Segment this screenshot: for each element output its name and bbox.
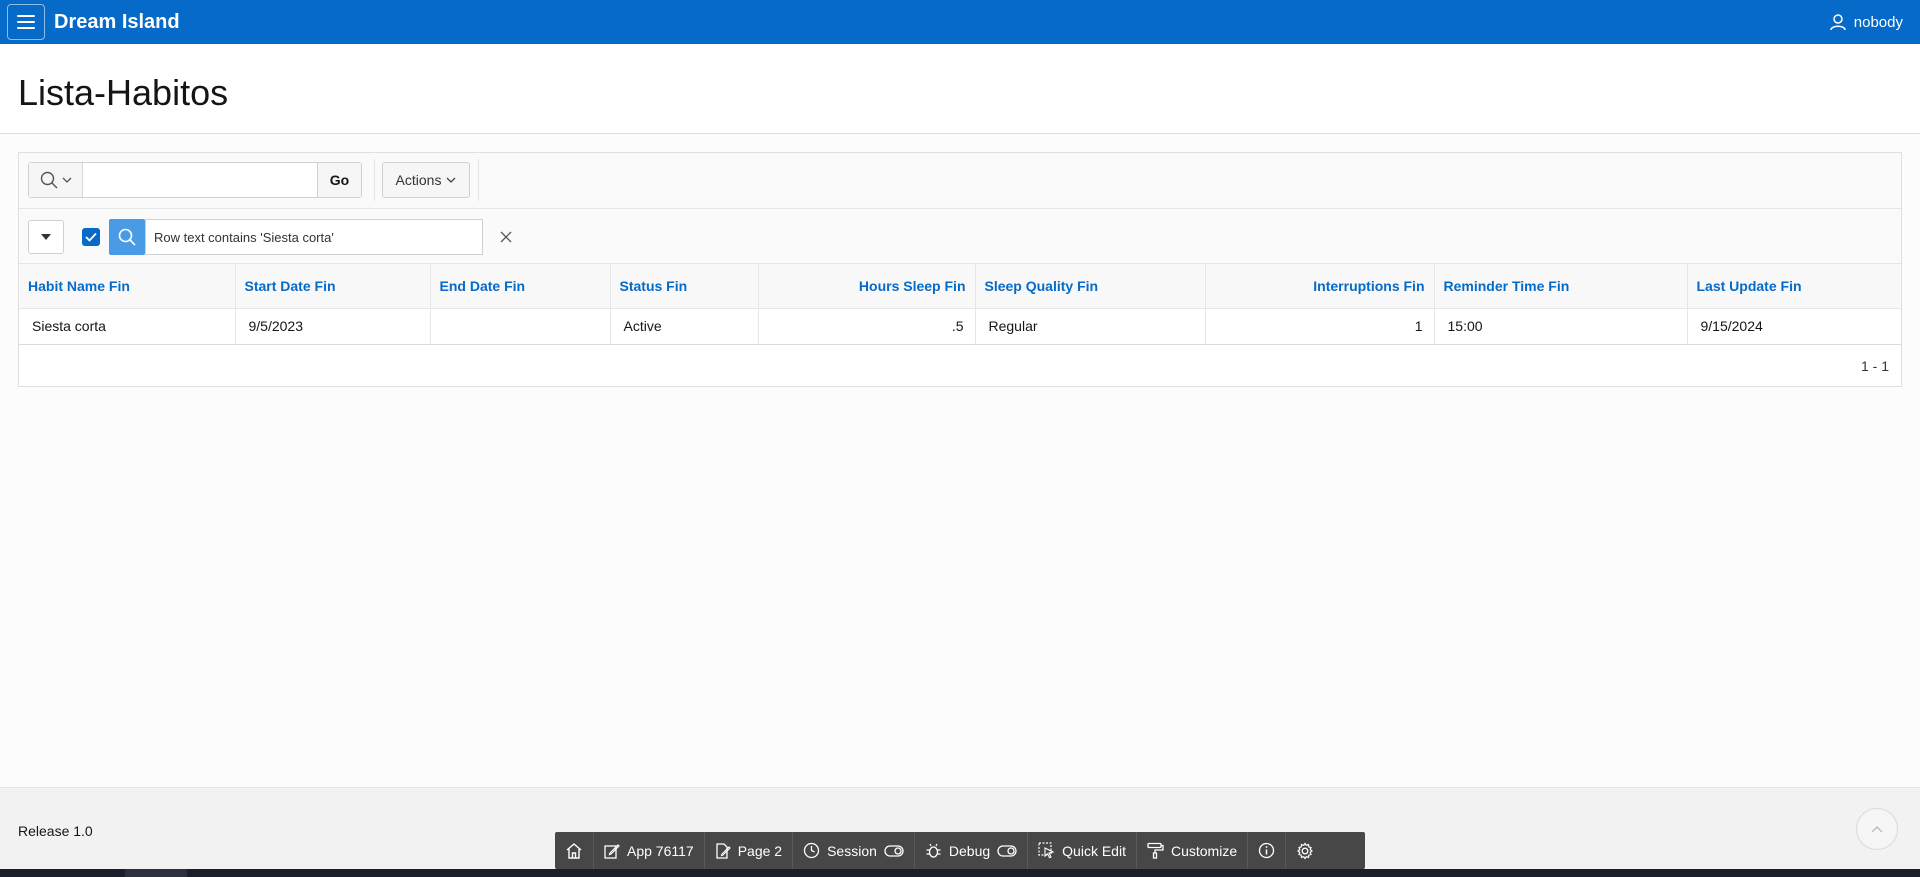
page-edit-icon bbox=[716, 842, 731, 859]
remove-filter-button[interactable] bbox=[496, 227, 516, 247]
search-group: Go bbox=[28, 162, 362, 198]
clock-icon bbox=[803, 842, 820, 859]
user-menu[interactable]: nobody bbox=[1830, 0, 1903, 44]
navigation-menu-button[interactable] bbox=[7, 4, 45, 40]
toggle-icon bbox=[997, 844, 1017, 857]
chevron-up-icon bbox=[1871, 826, 1883, 833]
release-label: Release 1.0 bbox=[18, 823, 93, 839]
hamburger-icon-line bbox=[17, 27, 35, 29]
os-taskbar bbox=[0, 869, 1920, 877]
chevron-down-icon bbox=[446, 177, 456, 183]
search-icon bbox=[118, 228, 136, 246]
toggle-icon bbox=[884, 844, 904, 857]
caret-down-icon bbox=[41, 234, 51, 240]
go-button[interactable]: Go bbox=[317, 163, 361, 197]
report-toolbar: Go Actions bbox=[19, 153, 1901, 209]
column-header-sleep-quality[interactable]: Sleep Quality Fin bbox=[975, 264, 1206, 309]
gear-icon bbox=[1297, 841, 1314, 860]
toolbar-divider bbox=[478, 159, 479, 201]
devbar-customize-button[interactable]: Customize bbox=[1137, 832, 1249, 869]
user-name: nobody bbox=[1853, 13, 1903, 31]
edit-icon bbox=[604, 843, 620, 859]
column-header-habit-name[interactable]: Habit Name Fin bbox=[19, 264, 236, 309]
devbar-home-button[interactable] bbox=[555, 832, 594, 869]
column-header-start-date[interactable]: Start Date Fin bbox=[235, 264, 431, 309]
devbar-customize-label: Customize bbox=[1170, 842, 1238, 859]
cell-end-date bbox=[430, 308, 611, 345]
search-column-selector[interactable] bbox=[29, 163, 83, 197]
cell-last-update: 9/15/2024 bbox=[1687, 308, 1901, 345]
cell-start-date: 9/5/2023 bbox=[235, 308, 431, 345]
devbar-session-button[interactable]: Session bbox=[793, 832, 915, 869]
cursor-select-icon bbox=[1038, 842, 1055, 859]
search-input[interactable] bbox=[83, 163, 317, 197]
bug-icon bbox=[926, 843, 941, 858]
taskbar-item[interactable] bbox=[125, 869, 187, 877]
cell-habit-name: Siesta corta bbox=[19, 308, 236, 345]
column-header-hours-sleep[interactable]: Hours Sleep Fin bbox=[758, 264, 976, 309]
hamburger-icon-line bbox=[17, 21, 35, 23]
pagination-info: 1 - 1 bbox=[1860, 358, 1889, 374]
close-icon bbox=[500, 231, 512, 243]
search-icon bbox=[40, 171, 57, 189]
table-header-row: Habit Name Fin Start Date Fin End Date F… bbox=[19, 264, 1901, 309]
toolbar-divider bbox=[374, 159, 375, 201]
developer-toolbar: App 76117 Page 2 Session Debug Quick Edi… bbox=[555, 832, 1365, 869]
cell-status: Active bbox=[610, 308, 759, 345]
devbar-settings-button[interactable] bbox=[1286, 832, 1324, 869]
cell-reminder-time: 15:00 bbox=[1434, 308, 1688, 345]
hamburger-icon-line bbox=[17, 15, 35, 17]
filter-enable-checkbox[interactable] bbox=[82, 228, 100, 246]
home-icon bbox=[566, 843, 582, 859]
paint-roller-icon bbox=[1147, 842, 1164, 859]
devbar-quick-edit-button[interactable]: Quick Edit bbox=[1028, 832, 1137, 869]
filter-type-badge bbox=[109, 219, 145, 255]
page-title: Lista-Habitos bbox=[18, 72, 229, 113]
report-table: Habit Name Fin Start Date Fin End Date F… bbox=[19, 264, 1901, 345]
collapse-filters-button[interactable] bbox=[28, 220, 64, 254]
actions-button[interactable]: Actions bbox=[382, 162, 470, 198]
actions-label: Actions bbox=[395, 172, 442, 188]
table-row: Siesta corta 9/5/2023 Active .5 Regular … bbox=[19, 308, 1901, 345]
column-header-last-update[interactable]: Last Update Fin bbox=[1687, 264, 1901, 309]
cell-sleep-quality: Regular bbox=[975, 308, 1206, 345]
app-header: Dream Island nobody bbox=[0, 0, 1920, 44]
check-icon bbox=[85, 232, 97, 242]
filter-row: Row text contains 'Siesta corta' bbox=[19, 209, 1901, 264]
devbar-page-button[interactable]: Page 2 bbox=[705, 832, 794, 869]
column-header-interruptions[interactable]: Interruptions Fin bbox=[1205, 264, 1435, 309]
devbar-page-label: Page 2 bbox=[737, 842, 783, 859]
interactive-report: Go Actions Row text contains 'Siesta cor… bbox=[18, 152, 1902, 387]
devbar-app-label: App 76117 bbox=[627, 842, 694, 859]
title-region: Lista-Habitos bbox=[0, 44, 1920, 134]
chevron-down-icon bbox=[62, 177, 71, 183]
cell-interruptions: 1 bbox=[1205, 308, 1435, 345]
app-title[interactable]: Dream Island bbox=[54, 11, 180, 34]
devbar-debug-label: Debug bbox=[948, 842, 991, 859]
devbar-session-label: Session bbox=[827, 842, 877, 859]
column-header-status[interactable]: Status Fin bbox=[610, 264, 759, 309]
column-header-end-date[interactable]: End Date Fin bbox=[430, 264, 611, 309]
devbar-debug-button[interactable]: Debug bbox=[915, 832, 1029, 869]
devbar-quick-edit-label: Quick Edit bbox=[1062, 842, 1126, 859]
info-icon bbox=[1258, 842, 1275, 859]
user-icon bbox=[1830, 13, 1846, 30]
column-header-reminder-time[interactable]: Reminder Time Fin bbox=[1434, 264, 1688, 309]
devbar-info-button[interactable] bbox=[1248, 832, 1287, 869]
cell-hours-sleep: .5 bbox=[758, 308, 976, 345]
filter-label[interactable]: Row text contains 'Siesta corta' bbox=[145, 219, 483, 255]
scroll-to-top-button[interactable] bbox=[1856, 808, 1898, 850]
devbar-app-button[interactable]: App 76117 bbox=[594, 832, 705, 869]
